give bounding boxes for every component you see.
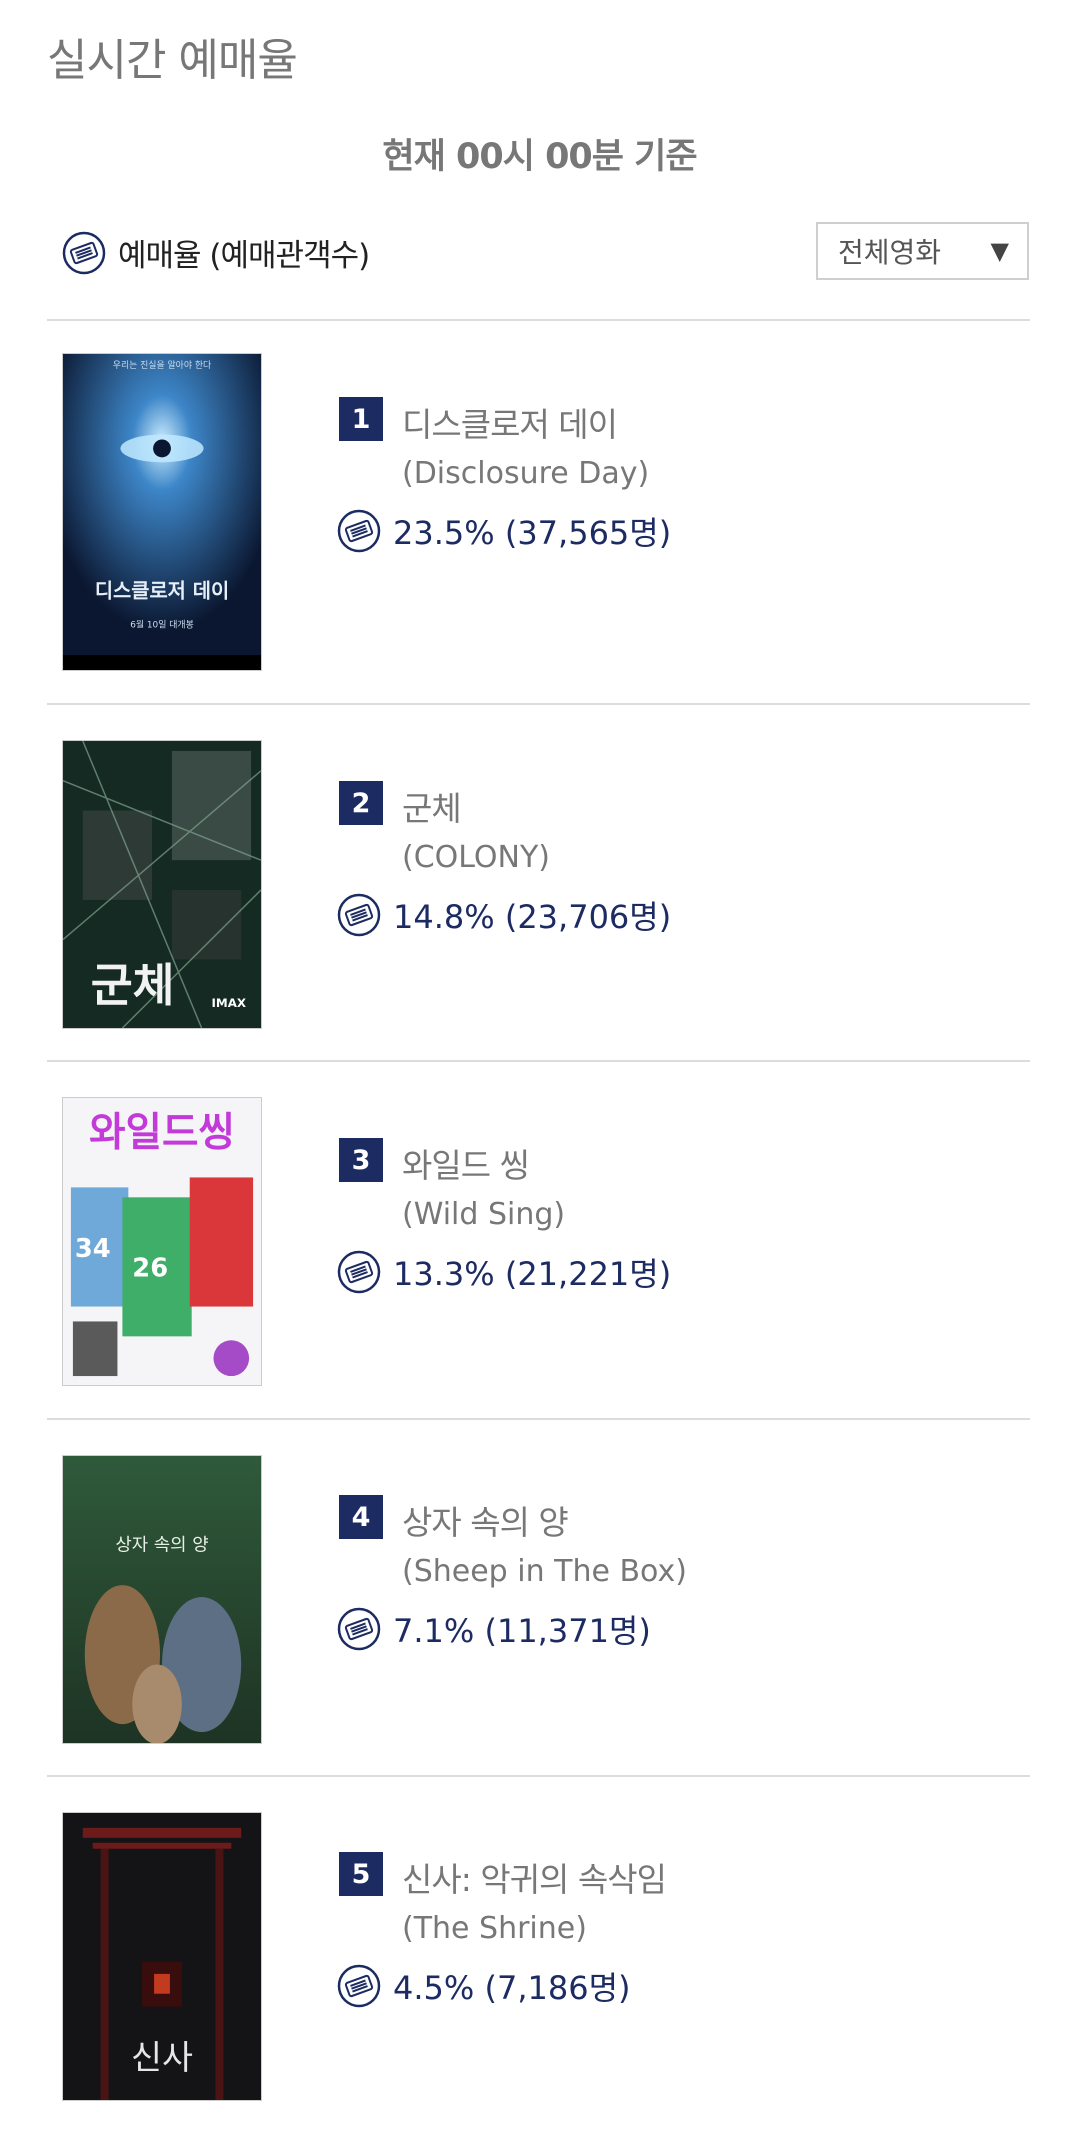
filter-selected: 전체영화 [838, 236, 942, 269]
poster-title: 군체 [91, 959, 175, 1012]
page-title: 실시간 예매율 [47, 35, 298, 86]
poster-disclosure-day[interactable]: 우리는 진실을 알아야 한다 디스클로저 데이 6월 10일 대개봉 [62, 353, 262, 671]
poster-the-shrine[interactable]: 신사 [62, 1812, 262, 2101]
movie-title-kr[interactable]: 상자 속의 양 [402, 1496, 569, 1544]
booking-rate: 13.3% (21,221명) [337, 1249, 671, 1295]
ticket-icon [337, 1250, 381, 1294]
movie-title-en: (Sheep in The Box) [402, 1554, 687, 1589]
poster-colony[interactable]: 군체 IMAX [62, 740, 262, 1029]
ticket-icon [337, 509, 381, 553]
movie-title-en: (Disclosure Day) [402, 456, 650, 491]
movie-title-en: (COLONY) [402, 840, 550, 875]
movie-title-kr[interactable]: 신사: 악귀의 속삭임 [402, 1853, 667, 1901]
movie-title-kr[interactable]: 와일드 씽 [402, 1139, 530, 1187]
movie-title-kr[interactable]: 군체 [402, 782, 462, 830]
rank-badge: 4 [339, 1495, 383, 1539]
poster-title: 와일드씽 [89, 1110, 235, 1156]
rank-badge: 3 [339, 1138, 383, 1182]
poster-sheep-in-the-box[interactable]: 상자 속의 양 [62, 1455, 262, 1744]
ticket-icon [337, 1964, 381, 2008]
booking-rate-value: 14.8% (23,706명) [393, 898, 672, 936]
divider [47, 1060, 1030, 1062]
poster-tagline: 우리는 진실을 알아야 한다 [113, 360, 211, 371]
chevron-down-icon: ▼ [990, 237, 1009, 265]
ticket-icon [62, 231, 106, 274]
poster-date: 6월 10일 대개봉 [130, 618, 194, 630]
poster-number: 26 [132, 1254, 168, 1284]
poster-number: 34 [75, 1234, 111, 1264]
booking-rate-value: 23.5% (37,565명) [393, 514, 672, 552]
divider [47, 1775, 1030, 1777]
legend-label: 예매율 (예매관객수) [118, 238, 370, 274]
time-basis: 현재 00시 00분 기준 [382, 137, 697, 177]
ticket-icon [337, 1607, 381, 1651]
divider [47, 1418, 1030, 1420]
booking-rate: 4.5% (7,186명) [337, 1963, 631, 2009]
movie-title-en: (The Shrine) [402, 1911, 587, 1946]
movie-title-kr[interactable]: 디스클로저 데이 [402, 398, 618, 446]
divider [47, 703, 1030, 705]
booking-rate-value: 4.5% (7,186명) [393, 1969, 631, 2007]
rank-badge: 5 [339, 1852, 383, 1896]
divider [47, 319, 1030, 321]
movie-title-en: (Wild Sing) [402, 1197, 566, 1232]
booking-rate: 14.8% (23,706명) [337, 892, 671, 938]
ticket-icon [337, 893, 381, 937]
booking-rate-value: 13.3% (21,221명) [393, 1255, 672, 1293]
booking-rate: 7.1% (11,371명) [337, 1606, 651, 1652]
rank-badge: 1 [339, 397, 383, 441]
rank-badge: 2 [339, 781, 383, 825]
booking-rate-value: 7.1% (11,371명) [393, 1612, 651, 1650]
poster-badge: IMAX [212, 996, 247, 1010]
poster-title: 상자 속의 양 [115, 1534, 208, 1555]
booking-rate: 23.5% (37,565명) [337, 508, 671, 554]
movie-filter-select[interactable]: 전체영화 ▼ [816, 222, 1029, 280]
poster-title: 디스클로저 데이 [95, 579, 229, 602]
legend: 예매율 (예매관객수) [62, 230, 370, 275]
poster-wild-sing[interactable]: 와일드씽 34 26 [62, 1097, 262, 1386]
poster-title: 신사 [131, 2038, 193, 2077]
